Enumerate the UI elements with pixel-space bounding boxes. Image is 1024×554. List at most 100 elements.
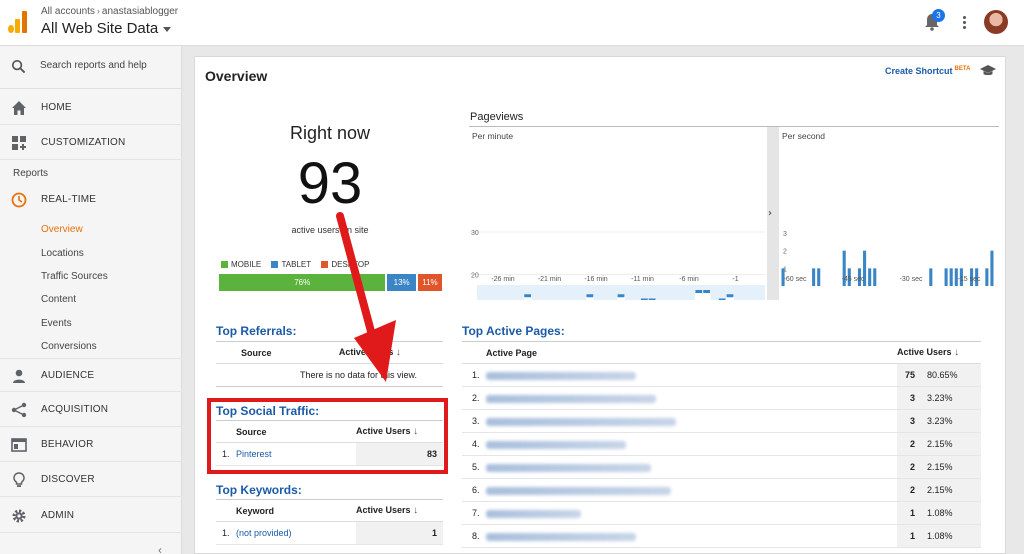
analytics-logo-icon[interactable] xyxy=(8,11,28,33)
sidebar-item-label: CUSTOMIZATION xyxy=(41,137,126,148)
per-second-bar[interactable] xyxy=(929,268,933,286)
sidebar-sub-conversions[interactable]: Conversions xyxy=(41,341,97,352)
row-index: 6. xyxy=(462,478,486,502)
row-users: 3 xyxy=(897,409,921,433)
per-second-bar[interactable] xyxy=(990,250,994,286)
chevron-right-icon: › xyxy=(96,6,100,16)
col-keyword[interactable]: Keyword xyxy=(236,499,356,522)
sidebar-item-home[interactable]: HOME xyxy=(0,91,182,125)
sidebar-sub-overview[interactable]: Overview xyxy=(41,224,83,235)
table-row: 2. 3 3.23% xyxy=(462,386,981,410)
create-shortcut-link[interactable]: Create Shortcut BETA xyxy=(885,66,970,76)
sort-arrow-icon: ↓ xyxy=(954,347,960,358)
active-page-link[interactable] xyxy=(486,432,897,456)
sidebar-sub-events[interactable]: Events xyxy=(41,318,72,329)
sidebar-item-behavior[interactable]: BEHAVIOR xyxy=(0,428,182,462)
active-page-link[interactable] xyxy=(486,524,897,548)
per-second-bar[interactable] xyxy=(949,268,953,286)
sidebar-item-discover[interactable]: DISCOVER xyxy=(0,463,182,497)
row-index: 4. xyxy=(462,432,486,456)
col-active-users-label: Active Users xyxy=(897,347,952,357)
active-users-count: 93 xyxy=(297,151,363,216)
property-selector[interactable]: All Web Site Data xyxy=(41,20,172,37)
breadcrumb[interactable]: All accounts › anastasiablogger xyxy=(41,6,178,17)
top-keywords-title: Top Keywords: xyxy=(216,483,302,497)
active-page-link[interactable] xyxy=(486,409,897,433)
sidebar-item-customization[interactable]: CUSTOMIZATION xyxy=(0,126,182,160)
per-second-bar[interactable] xyxy=(944,268,948,286)
active-page-link[interactable] xyxy=(486,386,897,410)
search-input[interactable] xyxy=(40,60,175,71)
per-second-bar[interactable] xyxy=(868,268,872,286)
property-name: All Web Site Data xyxy=(41,20,159,37)
x-tick-label: -45 sec xyxy=(842,276,865,283)
sidebar-sub-locations[interactable]: Locations xyxy=(41,248,84,259)
per-second-bar[interactable] xyxy=(985,268,989,286)
row-index: 1. xyxy=(216,521,236,545)
avatar[interactable] xyxy=(984,10,1008,34)
top-active-pages-title: Top Active Pages: xyxy=(462,324,565,338)
person-icon xyxy=(13,369,25,383)
collapse-sidebar-icon[interactable]: ‹ xyxy=(158,543,162,554)
x-tick-label: -1 xyxy=(732,276,738,283)
legend-mobile: MOBILE xyxy=(221,260,261,269)
sidebar-sub-content[interactable]: Content xyxy=(41,294,76,305)
sort-arrow-icon: ↓ xyxy=(413,505,419,516)
y-tick-label: 2 xyxy=(783,249,787,256)
y-tick-label: 3 xyxy=(783,231,787,238)
row-index: 8. xyxy=(462,524,486,548)
sidebar-item-audience[interactable]: AUDIENCE xyxy=(0,358,182,392)
x-tick-label: -11 min xyxy=(631,276,654,283)
row-users: 75 xyxy=(897,363,921,387)
graduation-cap-icon[interactable] xyxy=(980,64,996,76)
y-tick-label: 30 xyxy=(471,230,479,237)
x-tick-label: -21 min xyxy=(538,276,561,283)
sidebar-item-admin[interactable]: ADMIN xyxy=(0,499,182,533)
row-percent: 2.15% xyxy=(921,478,981,502)
sidebar-sub-traffic-sources[interactable]: Traffic Sources xyxy=(41,271,108,282)
lightbulb-icon xyxy=(13,472,25,487)
main-panel: Overview Create Shortcut BETA Right now 9… xyxy=(194,56,1006,554)
table-row: 6. 2 2.15% xyxy=(462,478,981,502)
row-users: 2 xyxy=(897,478,921,502)
active-page-link[interactable] xyxy=(486,478,897,502)
sidebar-item-label: DISCOVER xyxy=(41,474,95,485)
sidebar-item-label: REAL-TIME xyxy=(41,194,97,205)
per-second-bar[interactable] xyxy=(812,268,816,286)
desktop-segment: 11% xyxy=(417,274,442,291)
col-active-users[interactable]: Active Users ↓ xyxy=(356,499,443,522)
sidebar-item-label: ADMIN xyxy=(41,510,75,521)
keyword-link[interactable]: (not provided) xyxy=(236,528,292,538)
breadcrumb-root[interactable]: All accounts xyxy=(41,6,95,17)
top-bar: All accounts › anastasiablogger All Web Si… xyxy=(0,0,1024,46)
per-second-bar[interactable] xyxy=(817,268,821,286)
breadcrumb-account[interactable]: anastasiablogger xyxy=(102,6,178,17)
more-vert-icon[interactable] xyxy=(961,14,967,32)
row-users: 1 xyxy=(897,524,921,548)
col-active-users[interactable]: Active Users ↓ xyxy=(897,341,981,364)
row-percent: 1.08% xyxy=(921,501,981,525)
per-minute-label: Per minute xyxy=(472,131,513,141)
sidebar-item-acquisition[interactable]: ACQUISITION xyxy=(0,393,182,427)
col-active-page[interactable]: Active Page xyxy=(486,341,897,364)
col-active-users-label: Active Users xyxy=(356,505,411,515)
x-tick-label: -60 sec xyxy=(784,276,807,283)
row-index: 2. xyxy=(462,386,486,410)
per-second-bar[interactable] xyxy=(873,268,877,286)
page-title: Overview xyxy=(205,68,268,84)
active-page-link[interactable] xyxy=(486,501,897,525)
home-icon xyxy=(12,101,26,115)
chart-scroll-arrow-icon[interactable]: › xyxy=(768,208,772,219)
active-page-link[interactable] xyxy=(486,363,897,387)
table-row: 8. 1 1.08% xyxy=(462,524,981,548)
row-index: 5. xyxy=(462,455,486,479)
x-tick-label: -6 min xyxy=(679,276,699,283)
sidebar-item-realtime[interactable]: REAL-TIME xyxy=(0,183,182,217)
table-row: 7. 1 1.08% xyxy=(462,501,981,525)
row-index: 1. xyxy=(462,363,486,387)
active-page-link[interactable] xyxy=(486,455,897,479)
sidebar-item-label: HOME xyxy=(41,102,72,113)
reports-section-label: Reports xyxy=(13,168,49,179)
row-percent: 2.15% xyxy=(921,455,981,479)
red-arrow-annotation xyxy=(336,212,396,382)
